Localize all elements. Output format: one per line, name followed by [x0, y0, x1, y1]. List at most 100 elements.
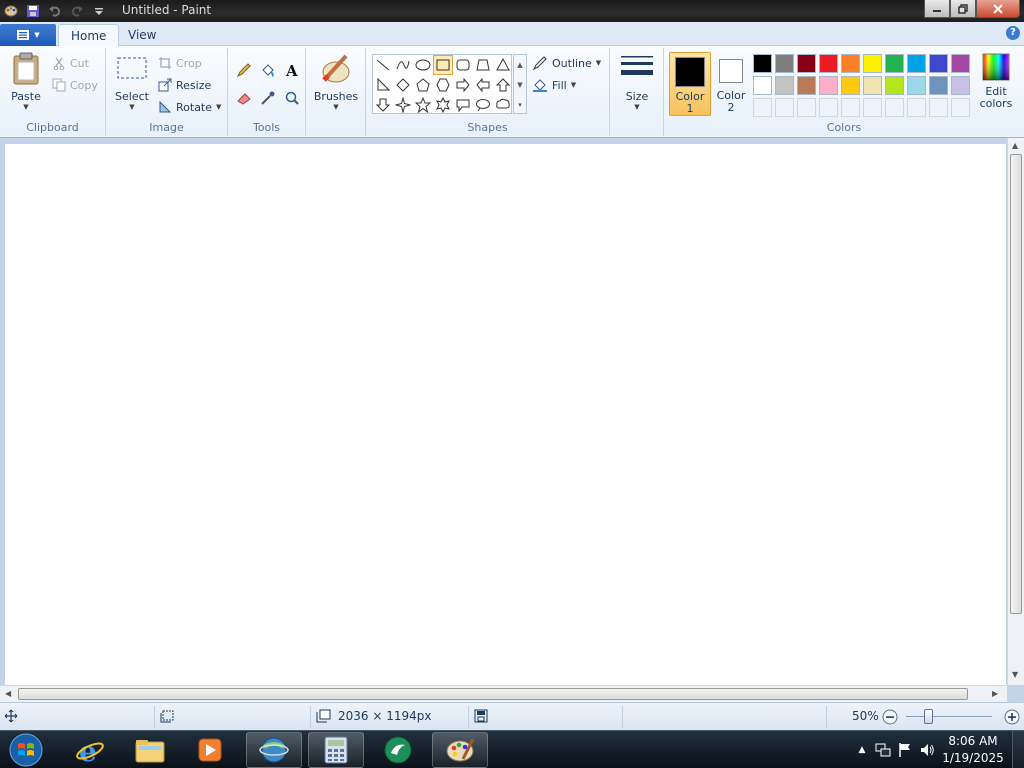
line-shape-icon[interactable]	[373, 55, 393, 75]
arrow-down-shape-icon[interactable]	[373, 95, 393, 115]
outline-button[interactable]: Outline ▼	[532, 54, 601, 72]
eraser-icon[interactable]	[234, 88, 254, 108]
right-triangle-shape-icon[interactable]	[373, 75, 393, 95]
palette-swatch[interactable]	[863, 76, 882, 95]
resize-button[interactable]: Resize	[158, 76, 211, 94]
rounded-callout-shape-icon[interactable]	[453, 95, 473, 115]
undo-icon[interactable]	[46, 2, 64, 20]
show-hidden-icons[interactable]: ▲	[852, 745, 872, 755]
palette-swatch[interactable]	[929, 76, 948, 95]
horizontal-scrollbar[interactable]: ◀ ▶	[0, 685, 1007, 702]
palette-swatch[interactable]	[885, 76, 904, 95]
custom-color-slot[interactable]	[907, 98, 926, 117]
select-button[interactable]: Select ▼	[112, 52, 152, 111]
edit-colors-button[interactable]: Edit colors	[974, 52, 1018, 110]
network-icon[interactable]	[872, 742, 894, 758]
custom-color-slot[interactable]	[819, 98, 838, 117]
palette-swatch[interactable]	[841, 54, 860, 73]
triangle-shape-icon[interactable]	[493, 55, 513, 75]
palette-swatch[interactable]	[863, 54, 882, 73]
scroll-up-icon[interactable]: ▲	[1012, 141, 1018, 150]
palette-swatch[interactable]	[775, 76, 794, 95]
paste-button[interactable]: Paste ▼	[6, 52, 46, 111]
help-icon[interactable]: ?	[1006, 26, 1020, 40]
arrow-right-shape-icon[interactable]	[453, 75, 473, 95]
text-tool-icon[interactable]: A	[282, 60, 302, 80]
palette-swatch[interactable]	[753, 54, 772, 73]
zoom-in-button[interactable]	[1003, 708, 1021, 726]
five-point-star-shape-icon[interactable]	[413, 95, 433, 115]
drawing-canvas[interactable]	[5, 144, 1006, 685]
palette-swatch[interactable]	[841, 76, 860, 95]
custom-color-slot[interactable]	[863, 98, 882, 117]
custom-color-slot[interactable]	[929, 98, 948, 117]
taskbar-app-globe[interactable]	[246, 732, 302, 768]
palette-swatch[interactable]	[775, 54, 794, 73]
scroll-left-icon[interactable]: ◀	[5, 689, 11, 698]
crop-button[interactable]: Crop	[158, 54, 202, 72]
palette-swatch[interactable]	[797, 76, 816, 95]
copy-button[interactable]: Copy	[52, 76, 98, 94]
save-icon[interactable]	[24, 2, 42, 20]
minimize-button[interactable]	[924, 0, 950, 18]
size-button[interactable]: Size ▼	[616, 52, 658, 111]
taskbar-green-app[interactable]	[370, 732, 426, 768]
six-point-star-shape-icon[interactable]	[433, 95, 453, 115]
zoom-slider-thumb[interactable]	[924, 709, 933, 724]
palette-swatch[interactable]	[907, 76, 926, 95]
zoom-slider-track[interactable]	[906, 716, 992, 717]
volume-icon[interactable]	[916, 742, 938, 758]
palette-swatch[interactable]	[929, 54, 948, 73]
palette-swatch[interactable]	[951, 76, 970, 95]
four-point-star-shape-icon[interactable]	[393, 95, 413, 115]
cloud-callout-shape-icon[interactable]	[493, 95, 513, 115]
scroll-down-icon[interactable]: ▼	[1012, 670, 1018, 679]
rounded-rectangle-shape-icon[interactable]	[453, 55, 473, 75]
taskbar-internet-explorer[interactable]: e	[62, 732, 118, 768]
fill-bucket-icon[interactable]	[258, 60, 278, 80]
vertical-scroll-thumb[interactable]	[1010, 154, 1022, 614]
file-menu-button[interactable]: ▼	[0, 24, 56, 46]
vertical-scrollbar[interactable]: ▲ ▼	[1007, 138, 1024, 685]
oval-shape-icon[interactable]	[413, 55, 433, 75]
tab-home[interactable]: Home	[58, 24, 120, 47]
color-picker-icon[interactable]	[258, 88, 278, 108]
palette-swatch[interactable]	[753, 76, 772, 95]
fill-button[interactable]: Fill ▼	[532, 76, 576, 94]
scroll-right-icon[interactable]: ▶	[992, 689, 998, 698]
custom-color-slot[interactable]	[885, 98, 904, 117]
diamond-shape-icon[interactable]	[393, 75, 413, 95]
pencil-icon[interactable]	[234, 60, 254, 80]
magnifier-icon[interactable]	[282, 88, 302, 108]
zoom-out-button[interactable]	[881, 708, 899, 726]
palette-swatch[interactable]	[819, 76, 838, 95]
restore-button[interactable]	[950, 0, 976, 18]
custom-color-slot[interactable]	[951, 98, 970, 117]
hexagon-shape-icon[interactable]	[433, 75, 453, 95]
palette-swatch[interactable]	[907, 54, 926, 73]
taskbar-media-player[interactable]	[182, 732, 238, 768]
close-button[interactable]	[976, 0, 1020, 18]
taskbar-paint[interactable]	[432, 732, 488, 768]
tab-view[interactable]: View	[116, 24, 168, 47]
action-center-flag-icon[interactable]	[894, 742, 916, 758]
expand-gallery-icon[interactable]: ▾	[514, 95, 526, 115]
chevron-up-icon[interactable]: ▲	[514, 55, 526, 75]
brushes-button[interactable]: Brushes ▼	[314, 52, 358, 111]
palette-swatch[interactable]	[797, 54, 816, 73]
rectangle-shape-icon[interactable]	[433, 55, 453, 75]
color-1-button[interactable]: Color 1	[669, 52, 711, 116]
arrow-up-shape-icon[interactable]	[493, 75, 513, 95]
oval-callout-shape-icon[interactable]	[473, 95, 493, 115]
palette-swatch[interactable]	[951, 54, 970, 73]
palette-swatch[interactable]	[885, 54, 904, 73]
cut-button[interactable]: Cut	[52, 54, 89, 72]
curve-shape-icon[interactable]	[393, 55, 413, 75]
clock[interactable]: 8:06 AM 1/19/2025	[938, 733, 1008, 767]
shapes-gallery-scroll[interactable]: ▲ ▼ ▾	[513, 54, 527, 114]
paint-app-icon[interactable]	[2, 2, 20, 20]
taskbar-calculator[interactable]	[308, 732, 364, 768]
polygon-shape-icon[interactable]	[473, 55, 493, 75]
custom-color-slot[interactable]	[841, 98, 860, 117]
rotate-button[interactable]: Rotate ▼	[158, 98, 221, 116]
